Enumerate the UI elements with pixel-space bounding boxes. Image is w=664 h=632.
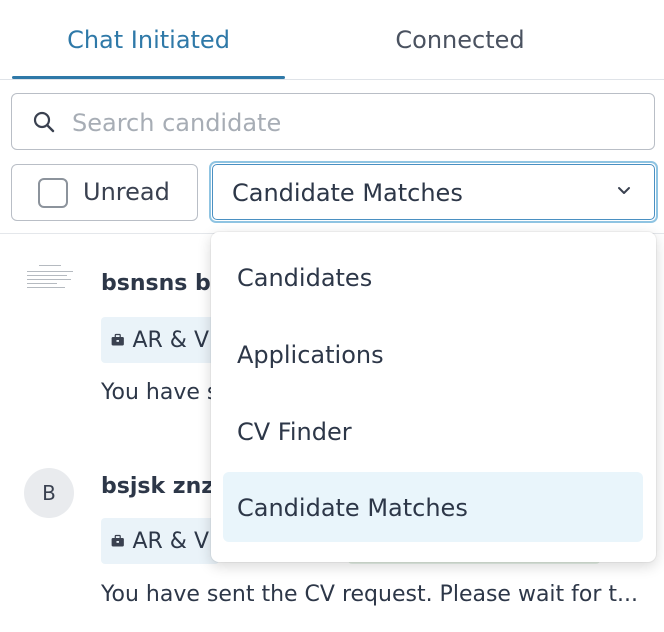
tab-chat-initiated[interactable]: Chat Initiated xyxy=(12,0,285,79)
source-dropdown-menu: Candidates Applications CV Finder Candid… xyxy=(211,232,656,562)
avatar: B xyxy=(24,468,74,518)
tab-connected[interactable]: Connected xyxy=(285,0,635,79)
briefcase-icon xyxy=(111,534,124,547)
job-tag: AR & V xyxy=(101,317,219,363)
option-label: Candidates xyxy=(237,264,373,292)
candidate-name: bsjsk znz xyxy=(101,474,215,499)
job-tag-label: AR & V xyxy=(132,327,209,353)
chevron-down-icon xyxy=(618,187,630,194)
document-thumbnail xyxy=(27,263,73,293)
active-tab-indicator xyxy=(12,76,285,79)
dropdown-option-cv-finder[interactable]: CV Finder xyxy=(223,396,643,466)
option-label: Applications xyxy=(237,341,384,369)
search-input[interactable] xyxy=(70,102,634,144)
dropdown-option-candidate-matches[interactable]: Candidate Matches xyxy=(223,472,643,542)
option-label: CV Finder xyxy=(237,418,352,446)
unread-checkbox[interactable] xyxy=(38,178,68,208)
unread-label: Unread xyxy=(83,178,170,206)
job-tag: AR & V xyxy=(101,518,219,564)
tab-label: Chat Initiated xyxy=(67,25,230,54)
last-message: You have s xyxy=(101,380,216,405)
search-icon xyxy=(33,111,55,133)
tab-label: Connected xyxy=(395,25,525,54)
dropdown-option-applications[interactable]: Applications xyxy=(223,319,643,389)
unread-filter[interactable]: Unread xyxy=(11,164,198,221)
job-tag-label: AR & V xyxy=(132,528,209,554)
last-message: You have sent the CV request. Please wai… xyxy=(101,582,639,607)
briefcase-icon xyxy=(111,333,124,346)
tab-bar: Chat Initiated Connected xyxy=(0,0,664,80)
candidate-name: bsnsns b xyxy=(101,271,211,296)
select-value: Candidate Matches xyxy=(232,179,463,207)
option-label: Candidate Matches xyxy=(237,494,468,522)
source-select[interactable]: Candidate Matches xyxy=(209,161,658,223)
search-box[interactable] xyxy=(11,93,655,150)
dropdown-option-candidates[interactable]: Candidates xyxy=(223,242,643,312)
